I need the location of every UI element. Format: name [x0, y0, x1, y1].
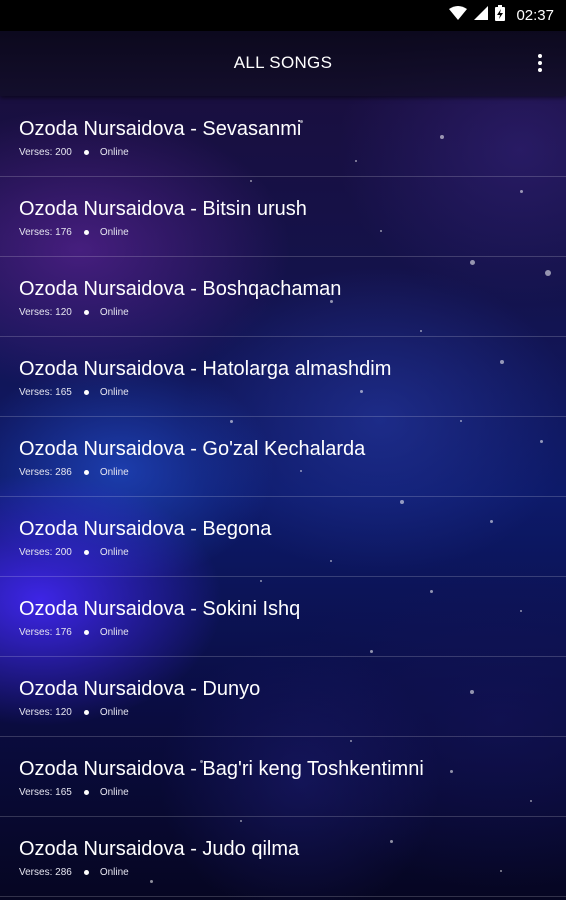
list-item[interactable]: Ozoda Nursaidova - Bitsin urush Verses: …	[0, 177, 566, 257]
list-item[interactable]: Ozoda Nursaidova - Begona Verses: 200 On…	[0, 497, 566, 577]
status-label: Online	[99, 547, 129, 558]
song-title: Ozoda Nursaidova - Boshqachaman	[19, 278, 342, 300]
screen: 02:37 ALL SONGS Ozoda Nursaidova - Sevas…	[0, 0, 566, 900]
verses-count: Verses: 120	[19, 307, 72, 318]
battery-charging-icon	[495, 5, 506, 26]
song-title: Ozoda Nursaidova - Bag'ri keng Toshkenti…	[19, 758, 424, 780]
song-title: Ozoda Nursaidova - Hatolarga almashdim	[19, 358, 392, 380]
song-title: Ozoda Nursaidova - Go'zal Kechalarda	[19, 438, 366, 460]
list-item[interactable]: Ozoda Nursaidova - Sevasanmi Verses: 200…	[0, 97, 566, 177]
song-meta: Verses: 120 Online	[19, 307, 129, 318]
bullet-dot	[83, 150, 89, 155]
bullet-dot	[83, 550, 89, 555]
song-meta: Verses: 176 Online	[19, 627, 129, 638]
status-label: Online	[99, 307, 129, 318]
list-item[interactable]: Ozoda Nursaidova - Judo qilma Verses: 28…	[0, 817, 566, 897]
song-meta: Verses: 286 Online	[19, 867, 129, 878]
status-label: Online	[99, 387, 129, 398]
bullet-dot	[83, 870, 89, 875]
song-meta: Verses: 286 Online	[19, 467, 129, 478]
song-title: Ozoda Nursaidova - Dunyo	[19, 678, 261, 700]
verses-count: Verses: 165	[19, 387, 72, 398]
song-meta: Verses: 200 Online	[19, 547, 129, 558]
status-label: Online	[99, 147, 129, 158]
cellular-signal-icon	[474, 6, 489, 25]
status-label: Online	[99, 227, 129, 238]
page-title: ALL SONGS	[233, 53, 333, 72]
bullet-dot	[83, 470, 89, 475]
status-label: Online	[99, 867, 129, 878]
list-item[interactable]: Ozoda Nursaidova - Hatolarga almashdim V…	[0, 337, 566, 417]
song-title: Ozoda Nursaidova - Sokini Ishq	[19, 598, 301, 620]
song-meta: Verses: 120 Online	[19, 707, 129, 718]
song-title: Ozoda Nursaidova - Begona	[19, 518, 272, 540]
status-time: 02:37	[516, 7, 554, 24]
song-meta: Verses: 165 Online	[19, 387, 129, 398]
song-list[interactable]: Ozoda Nursaidova - Sevasanmi Verses: 200…	[0, 97, 566, 897]
song-title: Ozoda Nursaidova - Sevasanmi	[19, 118, 302, 140]
song-title: Ozoda Nursaidova - Bitsin urush	[19, 198, 307, 220]
verses-count: Verses: 286	[19, 467, 72, 478]
verses-count: Verses: 286	[19, 867, 72, 878]
status-bar: 02:37	[0, 0, 566, 31]
verses-count: Verses: 120	[19, 707, 72, 718]
song-title: Ozoda Nursaidova - Judo qilma	[19, 838, 300, 860]
bullet-dot	[83, 230, 89, 235]
verses-count: Verses: 176	[19, 627, 72, 638]
bullet-dot	[83, 310, 89, 315]
list-item[interactable]: Ozoda Nursaidova - Dunyo Verses: 120 Onl…	[0, 657, 566, 737]
bullet-dot	[83, 790, 89, 795]
wifi-icon	[449, 6, 468, 25]
song-meta: Verses: 165 Online	[19, 787, 129, 798]
status-label: Online	[99, 787, 129, 798]
bullet-dot	[83, 630, 89, 635]
app-bar: ALL SONGS	[0, 31, 566, 96]
status-label: Online	[99, 707, 129, 718]
verses-count: Verses: 165	[19, 787, 72, 798]
song-meta: Verses: 200 Online	[19, 147, 129, 158]
verses-count: Verses: 200	[19, 547, 72, 558]
list-item[interactable]: Ozoda Nursaidova - Go'zal Kechalarda Ver…	[0, 417, 566, 497]
verses-count: Verses: 200	[19, 147, 72, 158]
bullet-dot	[83, 710, 89, 715]
status-label: Online	[99, 467, 129, 478]
verses-count: Verses: 176	[19, 227, 72, 238]
status-label: Online	[99, 627, 129, 638]
bullet-dot	[83, 390, 89, 395]
list-item[interactable]: Ozoda Nursaidova - Bag'ri keng Toshkenti…	[0, 737, 566, 817]
list-item[interactable]: Ozoda Nursaidova - Boshqachaman Verses: …	[0, 257, 566, 337]
list-item[interactable]: Ozoda Nursaidova - Sokini Ishq Verses: 1…	[0, 577, 566, 657]
song-meta: Verses: 176 Online	[19, 227, 129, 238]
more-vert-icon[interactable]	[528, 51, 552, 75]
